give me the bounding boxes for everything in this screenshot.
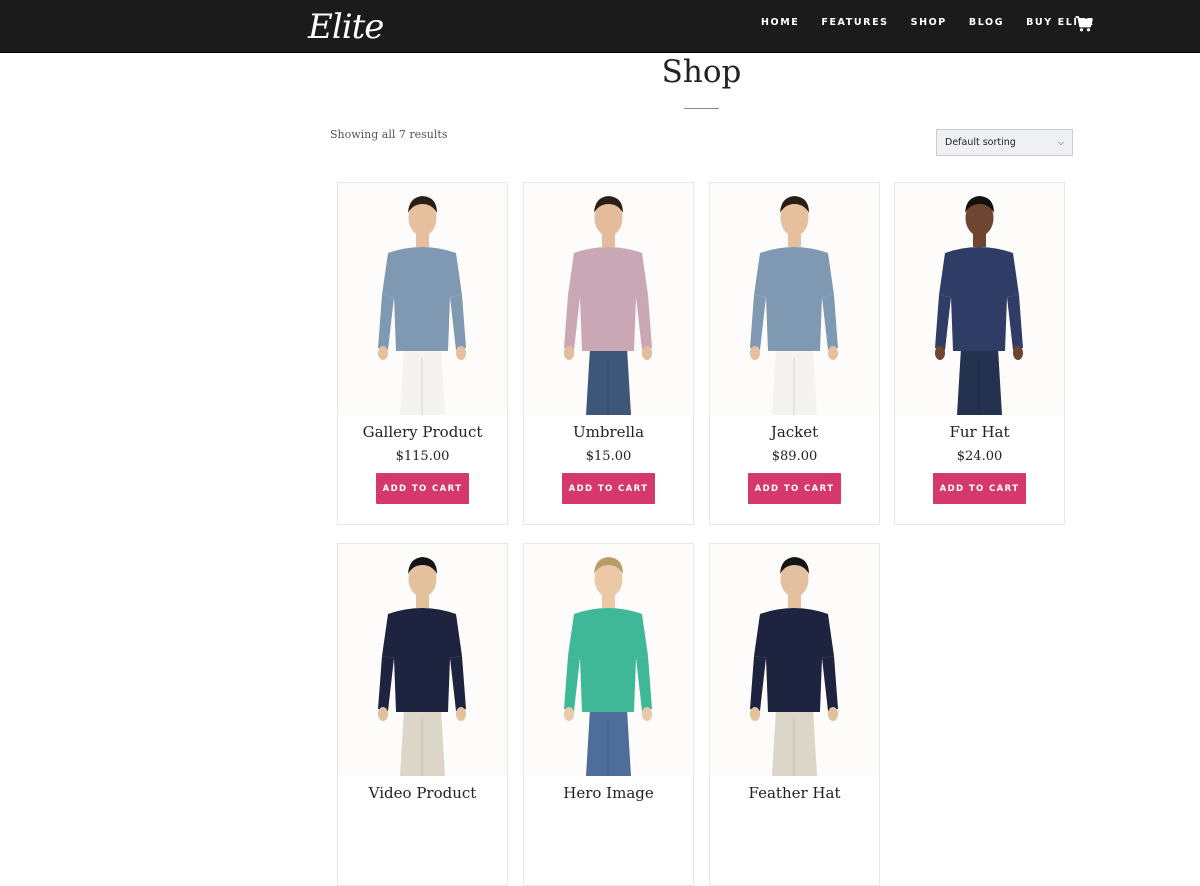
- product-card[interactable]: Jacket $89.00 ADD TO CART: [709, 182, 880, 525]
- add-to-cart-button[interactable]: ADD TO CART: [562, 473, 655, 504]
- product-name[interactable]: Fur Hat: [895, 423, 1064, 441]
- product-name[interactable]: Feather Hat: [710, 784, 879, 802]
- product-card[interactable]: Hero Image: [523, 543, 694, 886]
- product-card[interactable]: Gallery Product $115.00 ADD TO CART: [337, 182, 508, 525]
- page-title: Shop: [661, 54, 742, 90]
- product-image[interactable]: [338, 183, 507, 415]
- nav-blog[interactable]: BLOG: [969, 16, 1004, 30]
- product-card[interactable]: Umbrella $15.00 ADD TO CART: [523, 182, 694, 525]
- product-name[interactable]: Umbrella: [524, 423, 693, 441]
- nav-shop[interactable]: SHOP: [911, 16, 947, 30]
- product-name[interactable]: Gallery Product: [338, 423, 507, 441]
- sort-dropdown-value: Default sorting: [945, 137, 1016, 148]
- product-image[interactable]: [338, 544, 507, 776]
- add-to-cart-button[interactable]: ADD TO CART: [748, 473, 841, 504]
- product-card[interactable]: Video Product: [337, 543, 508, 886]
- product-card[interactable]: Fur Hat $24.00 ADD TO CART: [894, 182, 1065, 525]
- sort-dropdown[interactable]: Default sorting ⌵: [936, 129, 1073, 156]
- product-price: $24.00: [956, 449, 1003, 464]
- result-count: Showing all 7 results: [330, 128, 448, 141]
- top-navbar: Elite HOME FEATURES SHOP BLOG BUY ELITE: [0, 0, 1200, 53]
- chevron-down-icon: ⌵: [1057, 137, 1064, 147]
- main-nav: HOME FEATURES SHOP BLOG BUY ELITE: [761, 16, 1117, 30]
- nav-home[interactable]: HOME: [761, 16, 799, 30]
- product-image[interactable]: [710, 544, 879, 776]
- product-name[interactable]: Hero Image: [524, 784, 693, 802]
- site-logo[interactable]: Elite: [308, 2, 384, 52]
- product-name[interactable]: Video Product: [338, 784, 507, 802]
- product-image[interactable]: [524, 183, 693, 415]
- product-card[interactable]: Feather Hat: [709, 543, 880, 886]
- product-price: $89.00: [771, 449, 818, 464]
- add-to-cart-button[interactable]: ADD TO CART: [376, 473, 469, 504]
- product-name[interactable]: Jacket: [710, 423, 879, 441]
- product-image[interactable]: [710, 183, 879, 415]
- shopping-cart-icon[interactable]: [1075, 15, 1093, 33]
- nav-features[interactable]: FEATURES: [821, 16, 888, 30]
- product-price: $15.00: [585, 449, 632, 464]
- product-image[interactable]: [524, 544, 693, 776]
- title-divider: [684, 108, 719, 109]
- product-image[interactable]: [895, 183, 1064, 415]
- add-to-cart-button[interactable]: ADD TO CART: [933, 473, 1026, 504]
- product-price: $115.00: [395, 449, 450, 464]
